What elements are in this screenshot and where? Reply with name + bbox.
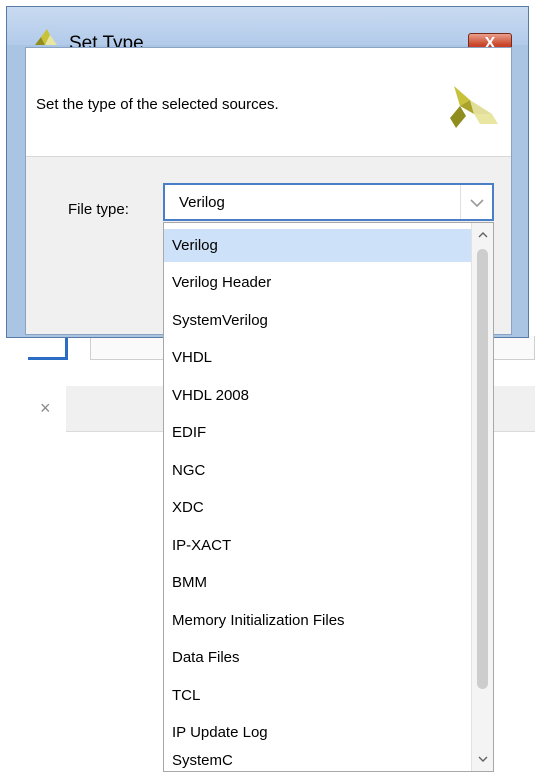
vivado-logo-icon <box>35 29 57 45</box>
dropdown-option-systemc[interactable]: SystemC <box>164 744 472 777</box>
file-type-selected-value: Verilog <box>179 194 225 211</box>
dropdown-option-verilog-header[interactable]: Verilog Header <box>164 266 472 299</box>
file-type-combobox[interactable]: Verilog <box>163 183 494 221</box>
dialog-description: Set the type of the selected sources. <box>36 96 279 113</box>
dropdown-option-vhdl-2008[interactable]: VHDL 2008 <box>164 379 472 412</box>
dialog-header: Set the type of the selected sources. <box>26 48 511 157</box>
chevron-down-icon <box>470 199 484 208</box>
dropdown-option-memory-initialization-files[interactable]: Memory Initialization Files <box>164 604 472 637</box>
dropdown-option-edif[interactable]: EDIF <box>164 416 472 449</box>
dropdown-option-ngc[interactable]: NGC <box>164 454 472 487</box>
dropdown-option-xdc[interactable]: XDC <box>164 491 472 524</box>
dropdown-option-systemverilog[interactable]: SystemVerilog <box>164 304 472 337</box>
background-tab-close-icon[interactable]: × <box>40 398 51 418</box>
chevron-up-icon[interactable] <box>475 227 491 243</box>
dropdown-option-vhdl[interactable]: VHDL <box>164 341 472 374</box>
dropdown-option-data-files[interactable]: Data Files <box>164 641 472 674</box>
file-type-label: File type: <box>68 201 129 218</box>
combo-dropdown-button[interactable] <box>460 185 492 219</box>
dropdown-option-tcl[interactable]: TCL <box>164 679 472 712</box>
dialog-title-bar[interactable]: Set Type X <box>7 7 528 55</box>
vivado-logo-icon <box>450 86 498 128</box>
dropdown-option-bmm[interactable]: BMM <box>164 566 472 599</box>
chevron-down-icon[interactable] <box>475 751 491 767</box>
file-type-dropdown-list[interactable]: Verilog Verilog Header SystemVerilog VHD… <box>163 222 494 772</box>
scrollbar-thumb[interactable] <box>477 249 488 689</box>
dropdown-option-verilog[interactable]: Verilog <box>164 229 472 262</box>
dropdown-scrollbar[interactable] <box>471 223 493 771</box>
dropdown-option-ip-xact[interactable]: IP-XACT <box>164 529 472 562</box>
